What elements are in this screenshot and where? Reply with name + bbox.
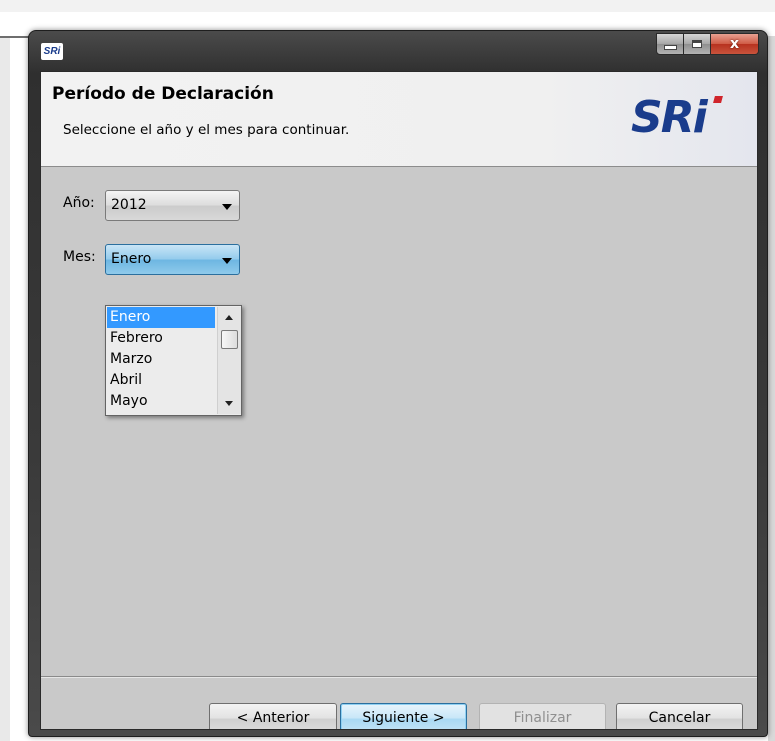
sri-logo: SRi: [631, 92, 731, 144]
app-icon: SRi: [41, 43, 63, 60]
month-select[interactable]: Enero: [105, 244, 240, 275]
background-divider: [0, 36, 30, 38]
background-right-strip: [768, 36, 775, 741]
scroll-up-icon[interactable]: [225, 315, 233, 320]
month-option-enero[interactable]: Enero: [107, 307, 215, 328]
dialog-window: SRi x Período de Declaración Seleccione …: [28, 30, 768, 737]
year-select[interactable]: 2012: [105, 190, 240, 221]
minimize-button[interactable]: [656, 33, 684, 55]
maximize-button[interactable]: [684, 33, 711, 55]
page-subtitle: Seleccione el año y el mes para continua…: [63, 122, 350, 138]
close-button[interactable]: x: [711, 33, 759, 55]
previous-button[interactable]: < Anterior: [209, 703, 337, 729]
finish-button[interactable]: Finalizar: [479, 703, 606, 729]
cancel-button[interactable]: Cancelar: [616, 703, 743, 729]
caption-buttons: x: [656, 33, 759, 55]
chevron-down-icon: [222, 258, 232, 264]
year-select-value: 2012: [111, 197, 147, 213]
scroll-thumb[interactable]: [221, 330, 238, 349]
dropdown-scrollbar[interactable]: [217, 307, 241, 414]
logo-text: SRi: [631, 92, 708, 143]
dialog-content: Período de Declaración Seleccione el año…: [40, 71, 758, 730]
next-button[interactable]: Siguiente >: [340, 703, 467, 729]
footer-divider-highlight: [41, 677, 757, 678]
maximize-icon: [692, 40, 702, 48]
month-label: Mes:: [63, 249, 96, 265]
month-option-marzo[interactable]: Marzo: [107, 349, 215, 370]
month-option-abril[interactable]: Abril: [107, 370, 215, 391]
scroll-down-icon[interactable]: [225, 401, 233, 406]
minimize-icon: [663, 45, 677, 50]
chevron-down-icon: [222, 204, 232, 210]
month-dropdown-list[interactable]: Enero Febrero Marzo Abril Mayo: [105, 305, 242, 416]
year-label: Año:: [63, 195, 95, 211]
page-title: Período de Declaración: [52, 84, 274, 104]
wizard-header: Período de Declaración Seleccione el año…: [41, 72, 757, 167]
logo-red-mark: [713, 96, 723, 103]
month-option-mayo[interactable]: Mayo: [107, 391, 215, 412]
title-bar[interactable]: SRi x: [29, 31, 767, 71]
month-option-febrero[interactable]: Febrero: [107, 328, 215, 349]
close-icon: x: [729, 36, 740, 52]
month-select-value: Enero: [111, 251, 152, 267]
desktop-top-band: [0, 0, 775, 12]
background-left-strip: [0, 36, 10, 741]
